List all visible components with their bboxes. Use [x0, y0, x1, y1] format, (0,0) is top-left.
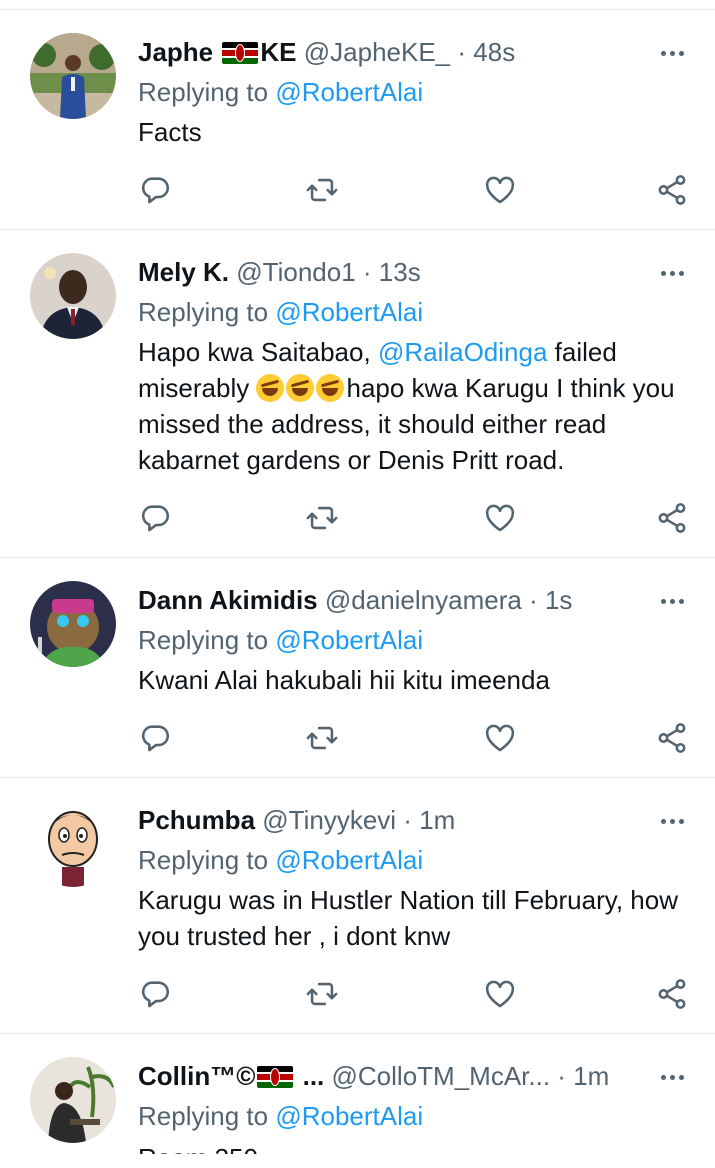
tweet-dann[interactable]: Dann Akimidis @danielnyamera · 1s Replyi… [0, 558, 715, 778]
user-handle[interactable]: @Tiondo1 [236, 257, 355, 287]
reply-icon[interactable] [135, 718, 175, 758]
tweet-text-start: Hapo kwa Saitabao, [138, 337, 378, 367]
replying-to-mention[interactable]: @RobertAlai [275, 845, 423, 875]
action-bar [0, 498, 715, 538]
display-name-ellipsis: ... [302, 1061, 325, 1091]
separator-dot: · [457, 37, 467, 67]
like-icon[interactable] [480, 974, 520, 1014]
timestamp[interactable]: 1m [573, 1061, 609, 1091]
separator-dot: · [403, 805, 412, 835]
replying-to: Replying to @RobertAlai [138, 1100, 423, 1132]
avatar-image [30, 801, 116, 887]
like-icon[interactable] [480, 170, 520, 210]
tweet-header: Pchumba @Tinyykevi · 1m [138, 804, 455, 836]
share-icon[interactable] [652, 718, 692, 758]
tweet-mention[interactable]: @RailaOdinga [378, 337, 547, 367]
user-handle[interactable]: @danielnyamera [325, 585, 522, 615]
tweet-text: Hapo kwa Saitabao, @RailaOdinga failed m… [138, 334, 698, 478]
action-bar [0, 718, 715, 758]
replying-to: Replying to @RobertAlai [138, 624, 423, 656]
retweet-icon[interactable] [302, 974, 342, 1014]
tweet-header: Dann Akimidis @danielnyamera · 1s [138, 584, 572, 616]
user-handle[interactable]: @ColloTM_McAr... [332, 1061, 551, 1091]
replying-to-mention[interactable]: @RobertAlai [275, 1101, 423, 1131]
timestamp[interactable]: 13s [379, 257, 421, 287]
share-icon[interactable] [652, 974, 692, 1014]
tweet-pchumba[interactable]: Pchumba @Tinyykevi · 1m Replying to @Rob… [0, 778, 715, 1034]
replying-to: Replying to @RobertAlai [138, 296, 423, 328]
replying-to-mention[interactable]: @RobertAlai [275, 625, 423, 655]
tweet-text: Karugu was in Hustler Nation till Februa… [138, 885, 678, 951]
action-bar [0, 974, 715, 1014]
more-icon[interactable] [655, 263, 689, 283]
avatar-image [30, 253, 116, 339]
tweet-text: Room 350 [138, 1138, 698, 1154]
avatar[interactable] [30, 33, 116, 119]
reply-icon[interactable] [135, 498, 175, 538]
timestamp[interactable]: 1s [545, 585, 572, 615]
like-icon[interactable] [480, 718, 520, 758]
laughing-emoji-icon [316, 374, 345, 402]
avatar[interactable] [30, 253, 116, 339]
avatar-image [30, 1057, 116, 1143]
replying-to-label: Replying to [138, 1101, 269, 1131]
user-handle[interactable]: @Tinyykevi [262, 805, 396, 835]
replying-to: Replying to @RobertAlai [138, 844, 423, 876]
retweet-icon[interactable] [302, 498, 342, 538]
tweet-header: Japhe KE @JapheKE_ · 48s [138, 36, 515, 68]
separator-dot: · [557, 1061, 566, 1091]
avatar-image [30, 33, 116, 119]
display-name[interactable]: Dann Akimidis [138, 585, 318, 615]
avatar[interactable] [30, 1057, 116, 1143]
tweet-mely[interactable]: Mely K. @Tiondo1 · 13s Replying to @Robe… [0, 230, 715, 558]
tweet-text-content: Room 350 [138, 1140, 698, 1154]
tweet-collin[interactable]: Collin™© ... @ColloTM_McAr... · 1m Reply… [0, 1034, 715, 1168]
separator-dot: · [362, 257, 372, 287]
reply-icon[interactable] [135, 170, 175, 210]
replying-to-label: Replying to [138, 845, 269, 875]
replying-to-label: Replying to [138, 625, 269, 655]
avatar[interactable] [30, 801, 116, 887]
tweet-header: Mely K. @Tiondo1 · 13s [138, 256, 421, 288]
user-handle[interactable]: @JapheKE_ [304, 37, 450, 67]
separator-dot: · [529, 585, 538, 615]
avatar-image [30, 581, 116, 667]
display-name-suffix[interactable]: KE [260, 37, 296, 67]
avatar[interactable] [30, 581, 116, 667]
share-icon[interactable] [652, 498, 692, 538]
tweet-text: Facts [138, 117, 202, 147]
replying-to-label: Replying to [138, 297, 269, 327]
reply-icon[interactable] [135, 974, 175, 1014]
display-name[interactable]: Pchumba [138, 805, 255, 835]
display-name[interactable]: Japhe [138, 37, 213, 67]
kenya-flag-icon [257, 1066, 294, 1088]
laughing-emoji-icon [286, 374, 315, 402]
more-icon[interactable] [655, 811, 689, 831]
replying-to-label: Replying to [138, 77, 269, 107]
retweet-icon[interactable] [302, 170, 342, 210]
kenya-flag-icon [222, 42, 259, 64]
laughing-emoji-icon [256, 374, 285, 402]
more-icon[interactable] [655, 43, 689, 63]
retweet-icon[interactable] [302, 718, 342, 758]
display-name[interactable]: Mely K. [138, 257, 229, 287]
tweet-text: Kwani Alai hakubali hii kitu imeenda [138, 665, 550, 695]
action-bar [0, 170, 715, 210]
replying-to-mention[interactable]: @RobertAlai [275, 297, 423, 327]
tweet-header: Collin™© ... @ColloTM_McAr... · 1m [138, 1060, 609, 1092]
share-icon[interactable] [652, 170, 692, 210]
like-icon[interactable] [480, 498, 520, 538]
more-icon[interactable] [655, 591, 689, 611]
display-name[interactable]: Collin™© [138, 1061, 255, 1091]
replying-to: Replying to @RobertAlai [138, 76, 423, 108]
tweet-japhe[interactable]: Japhe KE @JapheKE_ · 48s Replying to @Ro… [0, 10, 715, 230]
replying-to-mention[interactable]: @RobertAlai [275, 77, 423, 107]
timestamp[interactable]: 48s [473, 37, 515, 67]
timestamp[interactable]: 1m [419, 805, 455, 835]
more-icon[interactable] [655, 1067, 689, 1087]
